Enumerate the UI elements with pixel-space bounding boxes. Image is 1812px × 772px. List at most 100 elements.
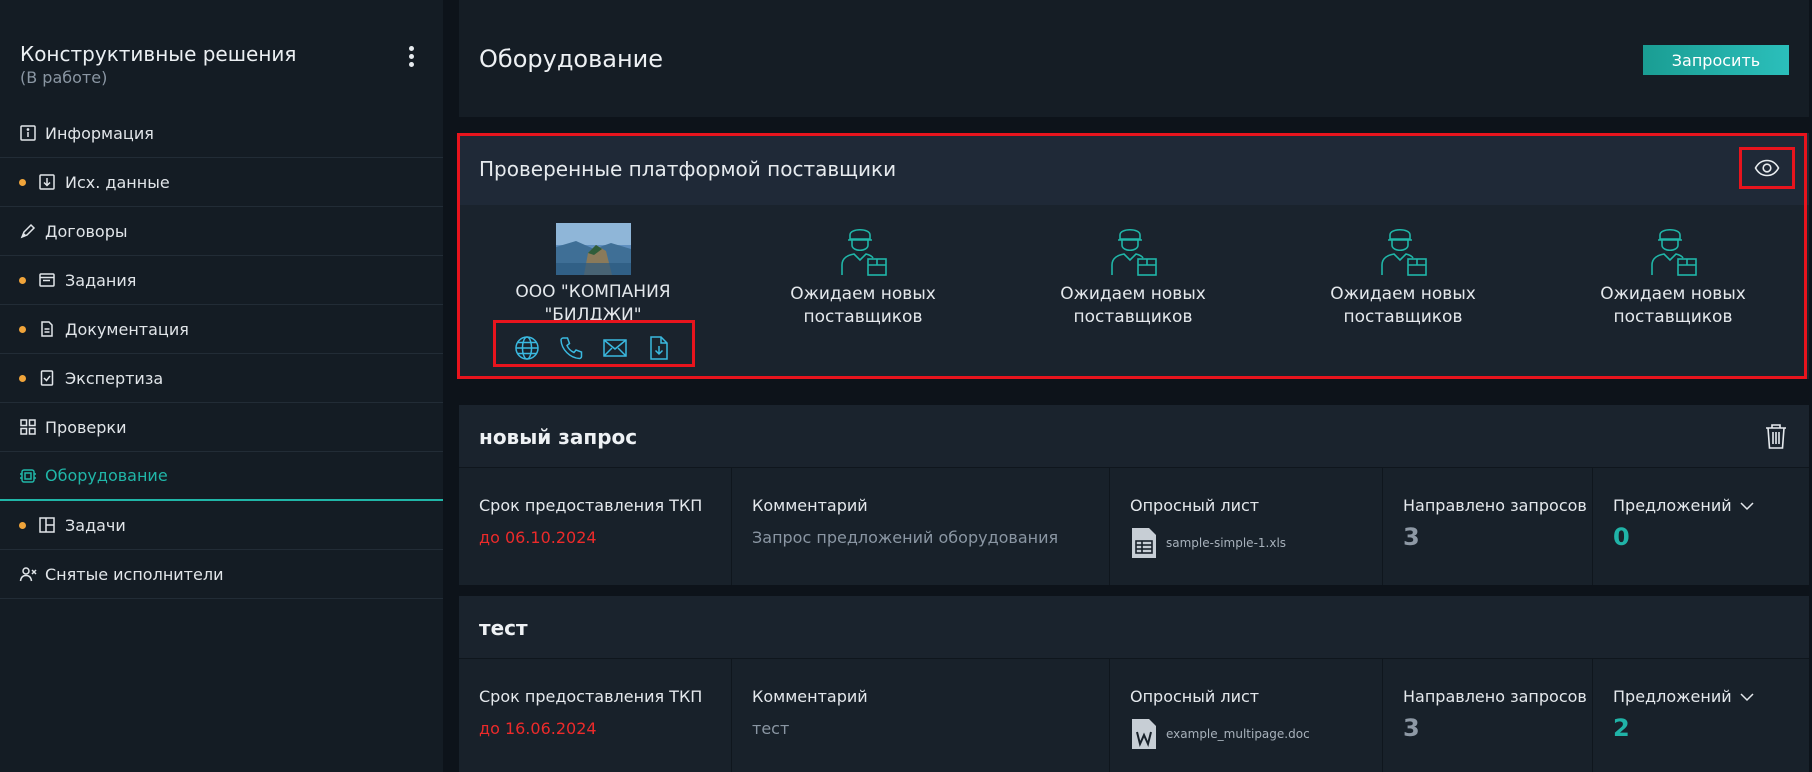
supplier-placeholder-text: Ожидаем новых поставщиков [1600, 284, 1746, 327]
sidebar-item-contracts[interactable]: Договоры [0, 207, 443, 256]
deadline-cell: Срок предоставления ТКП до 06.10.2024 [459, 468, 732, 585]
sent-requests-label: Направлено запросов [1403, 687, 1587, 706]
offers-toggle[interactable]: Предложений [1613, 496, 1754, 515]
sidebar-item-label: Договоры [45, 221, 128, 241]
trash-icon[interactable] [1763, 422, 1789, 452]
sidebar-item-checks[interactable]: Проверки [0, 403, 443, 452]
chevron-down-icon [1740, 502, 1754, 511]
board-icon [38, 516, 56, 534]
sidebar-item-label: Задания [65, 270, 137, 290]
chevron-down-icon [1740, 693, 1754, 702]
globe-icon[interactable] [514, 335, 540, 361]
sent-requests-label: Направлено запросов [1403, 496, 1587, 515]
file-name: sample-simple-1.xls [1166, 536, 1287, 550]
request-name: тест [479, 616, 528, 640]
sidebar-nav: Информация Исх. данные Договоры Задания [0, 109, 443, 599]
sidebar-item-expertise[interactable]: Экспертиза [0, 354, 443, 403]
sidebar-item-source-data[interactable]: Исх. данные [0, 158, 443, 207]
offers-label: Предложений [1613, 496, 1732, 515]
sidebar-item-tasks-assign[interactable]: Задания [0, 256, 443, 305]
sidebar: Конструктивные решения (В работе) Информ… [0, 0, 443, 772]
offers-label: Предложений [1613, 687, 1732, 706]
comment-cell: Комментарий тест [732, 659, 1110, 772]
window-icon [38, 271, 56, 289]
status-dot [19, 325, 26, 333]
comment-label: Комментарий [752, 687, 868, 706]
sidebar-item-label: Экспертиза [65, 368, 164, 388]
supplier-card[interactable]: ООО "КОМПАНИЯ "БИЛДЖИ" [473, 223, 713, 327]
sidebar-item-documentation[interactable]: Документация [0, 305, 443, 354]
sidebar-item-info[interactable]: Информация [0, 109, 443, 158]
questionnaire-file[interactable]: example_multipage.doc [1130, 717, 1310, 751]
sidebar-item-label: Снятые исполнители [45, 564, 224, 584]
questionnaire-cell: Опросный лист example_multipage.doc [1110, 659, 1383, 772]
offers-value: 2 [1613, 714, 1630, 742]
user-remove-icon [19, 565, 37, 583]
check-doc-icon [38, 369, 56, 387]
supplier-logo [555, 223, 631, 275]
eye-icon[interactable] [1739, 147, 1795, 189]
verified-suppliers-panel: Проверенные платформой поставщики ООО "К… [457, 133, 1809, 379]
comment-value: Запрос предложений оборудования [752, 528, 1059, 547]
deadline-value: до 16.06.2024 [479, 719, 597, 738]
chip-icon [19, 467, 37, 485]
suppliers-title: Проверенные платформой поставщики [479, 157, 897, 181]
supplier-placeholder-text: Ожидаем новых поставщиков [1060, 284, 1206, 327]
comment-label: Комментарий [752, 496, 868, 515]
request-name: новый запрос [479, 425, 638, 449]
pen-icon [19, 222, 37, 240]
request-button[interactable]: Запросить [1643, 45, 1789, 75]
offers-value: 0 [1613, 523, 1630, 551]
project-title: Конструктивные решения [20, 42, 297, 66]
phone-icon[interactable] [558, 335, 584, 361]
page-title: Оборудование [479, 45, 663, 73]
supplier-placeholder-card: Ожидаем новых поставщиков [743, 223, 983, 329]
sidebar-item-label: Исх. данные [65, 172, 170, 192]
sent-requests-cell: Направлено запросов 3 [1383, 659, 1593, 772]
questionnaire-label: Опросный лист [1130, 496, 1260, 515]
status-dot [19, 276, 26, 284]
courier-icon [1651, 228, 1697, 276]
offers-toggle[interactable]: Предложений [1613, 687, 1754, 706]
download-box-icon [38, 173, 56, 191]
sent-requests-cell: Направлено запросов 3 [1383, 468, 1593, 585]
questionnaire-cell: Опросный лист sample-simple-1.xls [1110, 468, 1383, 585]
comment-cell: Комментарий Запрос предложений оборудова… [732, 468, 1110, 585]
more-menu-icon[interactable] [404, 46, 418, 68]
supplier-placeholder-text: Ожидаем новых поставщиков [1330, 284, 1476, 327]
sidebar-item-removed-executors[interactable]: Снятые исполнители [0, 550, 443, 599]
status-dot [19, 374, 26, 382]
supplier-placeholder-text: Ожидаем новых поставщиков [790, 284, 936, 327]
sidebar-item-equipment[interactable]: Оборудование [0, 452, 443, 501]
word-file-icon [1132, 719, 1156, 749]
deadline-label: Срок предоставления ТКП [479, 687, 703, 706]
courier-icon [1111, 228, 1157, 276]
document-icon [38, 320, 56, 338]
project-status: (В работе) [20, 68, 108, 87]
comment-value: тест [752, 719, 790, 738]
questionnaire-file[interactable]: sample-simple-1.xls [1130, 526, 1286, 560]
sidebar-item-label: Документация [65, 319, 189, 339]
deadline-label: Срок предоставления ТКП [479, 496, 703, 515]
questionnaire-label: Опросный лист [1130, 687, 1260, 706]
sidebar-item-label: Оборудование [45, 466, 168, 485]
offers-cell: Предложений 0 [1593, 468, 1809, 585]
status-dot [19, 178, 26, 186]
mail-icon[interactable] [602, 335, 628, 361]
request-details-row: Срок предоставления ТКП до 06.10.2024 Ко… [459, 467, 1809, 585]
sent-requests-value: 3 [1403, 714, 1420, 742]
sidebar-item-label: Проверки [45, 417, 127, 437]
request-details-row: Срок предоставления ТКП до 16.06.2024 Ко… [459, 658, 1809, 772]
file-download-icon[interactable] [646, 335, 672, 361]
spreadsheet-file-icon [1132, 528, 1156, 558]
sidebar-item-tasks[interactable]: Задачи [0, 501, 443, 550]
request-card: новый запрос Срок предоставления ТКП до … [459, 405, 1809, 585]
status-dot [19, 521, 26, 529]
deadline-value: до 06.10.2024 [479, 528, 597, 547]
supplier-placeholder-card: Ожидаем новых поставщиков [1553, 223, 1793, 329]
deadline-cell: Срок предоставления ТКП до 16.06.2024 [459, 659, 732, 772]
suppliers-header: Проверенные платформой поставщики [459, 133, 1809, 205]
supplier-name: ООО "КОМПАНИЯ "БИЛДЖИ" [515, 282, 671, 325]
request-card: тест Срок предоставления ТКП до 16.06.20… [459, 596, 1809, 772]
equipment-header: Оборудование Запросить [459, 0, 1809, 117]
